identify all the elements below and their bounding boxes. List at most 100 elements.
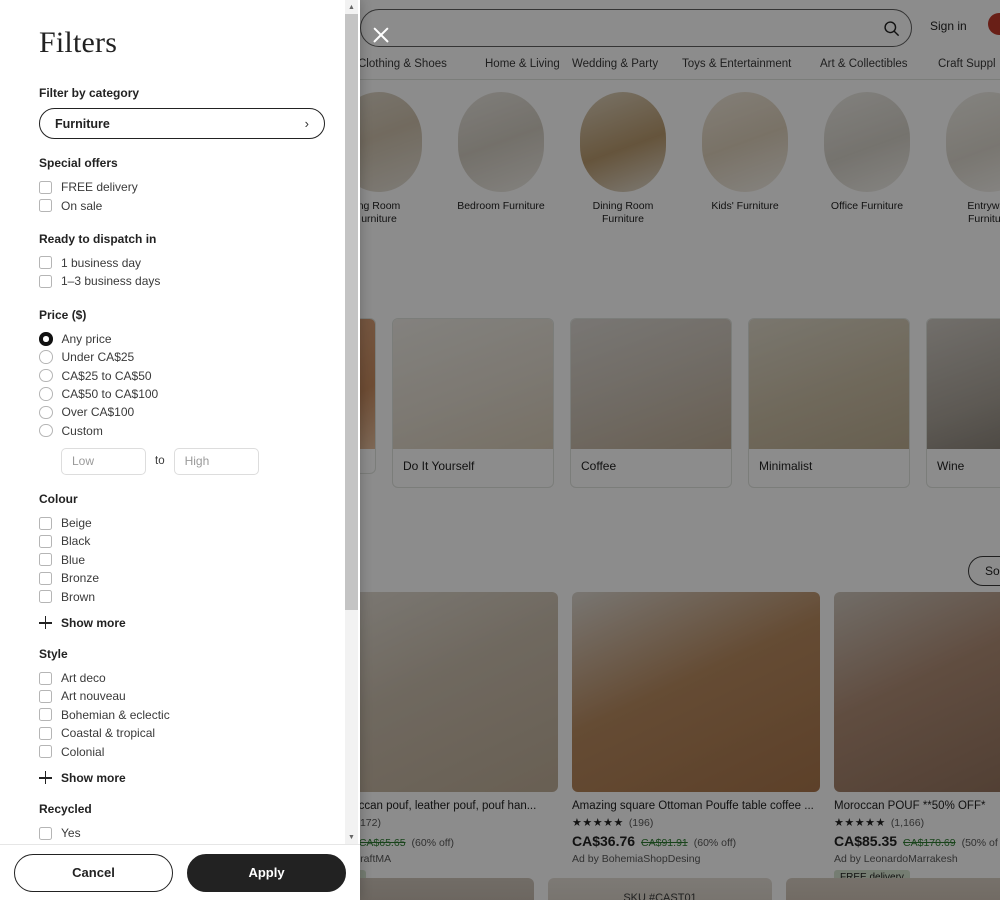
show-more-button[interactable]: Show more	[39, 616, 324, 630]
drawer-footer: Cancel Apply	[0, 844, 360, 900]
checkbox[interactable]	[39, 274, 52, 288]
nav-item-toys-entertainment[interactable]: Toys & Entertainment	[682, 58, 791, 70]
checkbox[interactable]	[39, 516, 52, 530]
checkbox[interactable]	[39, 256, 52, 270]
category-card[interactable]: Bedroom Furniture	[452, 84, 550, 213]
product-image[interactable]	[786, 878, 1000, 900]
category-thumbnail	[946, 92, 1000, 192]
search-bar[interactable]	[360, 9, 912, 47]
checkbox[interactable]	[39, 180, 52, 194]
checkbox[interactable]	[39, 745, 52, 759]
star-rating-icon: ★★★★★	[572, 817, 624, 829]
filter-option-yes[interactable]: Yes	[39, 824, 324, 842]
category-thumbnail	[824, 92, 910, 192]
nav-item-wedding-party[interactable]: Wedding & Party	[572, 58, 658, 70]
filter-option-any-price[interactable]: Any price	[39, 330, 324, 348]
radio-button[interactable]	[39, 387, 53, 401]
radio-button[interactable]	[39, 332, 53, 346]
drawer-scrollbar-thumb[interactable]	[345, 14, 358, 610]
filter-option-1-business-day[interactable]: 1 business day	[39, 254, 324, 272]
category-label: Office Furniture	[830, 200, 904, 212]
product-shop[interactable]: Ad by BohemiaShopDesing	[572, 853, 820, 865]
style-card[interactable]: Do It Yourself	[392, 318, 554, 488]
filter-option-1-3-business-days[interactable]: 1–3 business days	[39, 272, 324, 290]
filter-option-beige[interactable]: Beige	[39, 514, 324, 532]
search-icon[interactable]	[871, 10, 911, 46]
product-image[interactable]: SKU #CAST01	[548, 878, 772, 900]
checkbox[interactable]	[39, 571, 52, 585]
group-label: Special offers	[39, 156, 118, 170]
product-original-price: CA$65.65	[358, 837, 406, 849]
filter-option-over-ca-100[interactable]: Over CA$100	[39, 403, 324, 421]
filter-option-under-ca-25[interactable]: Under CA$25	[39, 348, 324, 366]
filter-option-blue[interactable]: Blue	[39, 551, 324, 569]
checkbox[interactable]	[39, 534, 52, 548]
option-label: Blue	[61, 552, 86, 567]
filter-option-on-sale[interactable]: On sale	[39, 196, 324, 214]
option-label: FREE delivery	[61, 180, 138, 195]
price-low-input[interactable]	[61, 447, 146, 475]
filter-option-custom[interactable]: Custom	[39, 422, 324, 440]
checkbox[interactable]	[39, 726, 52, 740]
filter-option-brown[interactable]: Brown	[39, 587, 324, 605]
style-card[interactable]: Wine	[926, 318, 1000, 488]
checkbox[interactable]	[39, 590, 52, 604]
option-label: Under CA$25	[61, 350, 135, 365]
category-card[interactable]: Office Furniture	[818, 84, 916, 213]
close-icon[interactable]	[368, 22, 394, 48]
category-card[interactable]: Dining Room Furniture	[574, 84, 672, 226]
filter-option-free-delivery[interactable]: FREE delivery	[39, 178, 324, 196]
style-card[interactable]: Minimalist	[748, 318, 910, 488]
filter-option-ca-50-to-ca-100[interactable]: CA$50 to CA$100	[39, 385, 324, 403]
radio-button[interactable]	[39, 423, 53, 438]
search-input[interactable]	[361, 20, 871, 36]
cancel-button[interactable]: Cancel	[14, 853, 173, 892]
filter-group-category: Filter by category Furniture ›	[39, 86, 325, 139]
radio-button[interactable]	[39, 405, 53, 420]
category-card[interactable]: EntrywayFurniture	[940, 84, 1000, 226]
filter-option-art-deco[interactable]: Art deco	[39, 669, 324, 687]
scroll-up-arrow-icon[interactable]: ▲	[345, 0, 358, 14]
category-label: Dining Room Furniture	[592, 200, 654, 226]
style-card[interactable]: Coffee	[570, 318, 732, 488]
scroll-down-arrow-icon[interactable]: ▼	[345, 830, 358, 844]
checkbox[interactable]	[39, 553, 52, 567]
product-image[interactable]	[572, 592, 820, 792]
radio-button[interactable]	[39, 350, 53, 364]
checkbox[interactable]	[39, 199, 52, 213]
apply-button[interactable]: Apply	[187, 853, 346, 892]
avatar[interactable]	[988, 13, 1000, 35]
star-rating-icon: ★★★★★	[834, 817, 886, 829]
sort-button[interactable]: Sort	[968, 556, 1000, 586]
filter-option-black[interactable]: Black	[39, 532, 324, 550]
filter-option-bohemian-eclectic[interactable]: Bohemian & eclectic	[39, 706, 324, 724]
filter-option-colonial[interactable]: Colonial	[39, 742, 324, 760]
nav-item-home-living[interactable]: Home & Living	[485, 58, 560, 70]
filters-drawer: Filters Filter by category Furniture › S…	[0, 0, 360, 900]
filter-option-ca-25-to-ca-50[interactable]: CA$25 to CA$50	[39, 366, 324, 384]
product-price: CA$36.76	[572, 833, 636, 849]
checkbox[interactable]	[39, 826, 52, 840]
show-more-button[interactable]: Show more	[39, 771, 324, 785]
nav-item-clothing-shoes[interactable]: Clothing & Shoes	[358, 58, 447, 70]
product-image[interactable]	[834, 592, 1000, 792]
style-card-label: Do It Yourself	[403, 459, 475, 473]
category-card[interactable]: Kids' Furniture	[696, 84, 794, 213]
nav-item-craft-suppl[interactable]: Craft Suppl	[938, 58, 996, 70]
checkbox[interactable]	[39, 708, 52, 722]
nav-item-art-collectibles[interactable]: Art & Collectibles	[820, 58, 908, 70]
radio-button[interactable]	[39, 368, 53, 383]
sign-in-link[interactable]: Sign in	[930, 19, 967, 33]
show-more-label: Show more	[61, 615, 126, 630]
checkbox[interactable]	[39, 671, 52, 685]
category-selector[interactable]: Furniture ›	[39, 108, 325, 139]
filter-option-bronze[interactable]: Bronze	[39, 569, 324, 587]
price-high-input[interactable]	[173, 447, 259, 475]
checkbox[interactable]	[39, 689, 52, 703]
option-label: Art nouveau	[61, 689, 126, 704]
product-card[interactable]: Moroccan POUF **50% OFF* ★★★★★ (1,166) CA$8…	[834, 592, 1000, 900]
filter-option-coastal-tropical[interactable]: Coastal & tropical	[39, 724, 324, 742]
product-card[interactable]: Amazing square Ottoman Pouffe table coff…	[572, 592, 820, 900]
filter-option-art-nouveau[interactable]: Art nouveau	[39, 687, 324, 705]
product-shop[interactable]: Ad by LeonardoMarrakesh	[834, 853, 1000, 865]
